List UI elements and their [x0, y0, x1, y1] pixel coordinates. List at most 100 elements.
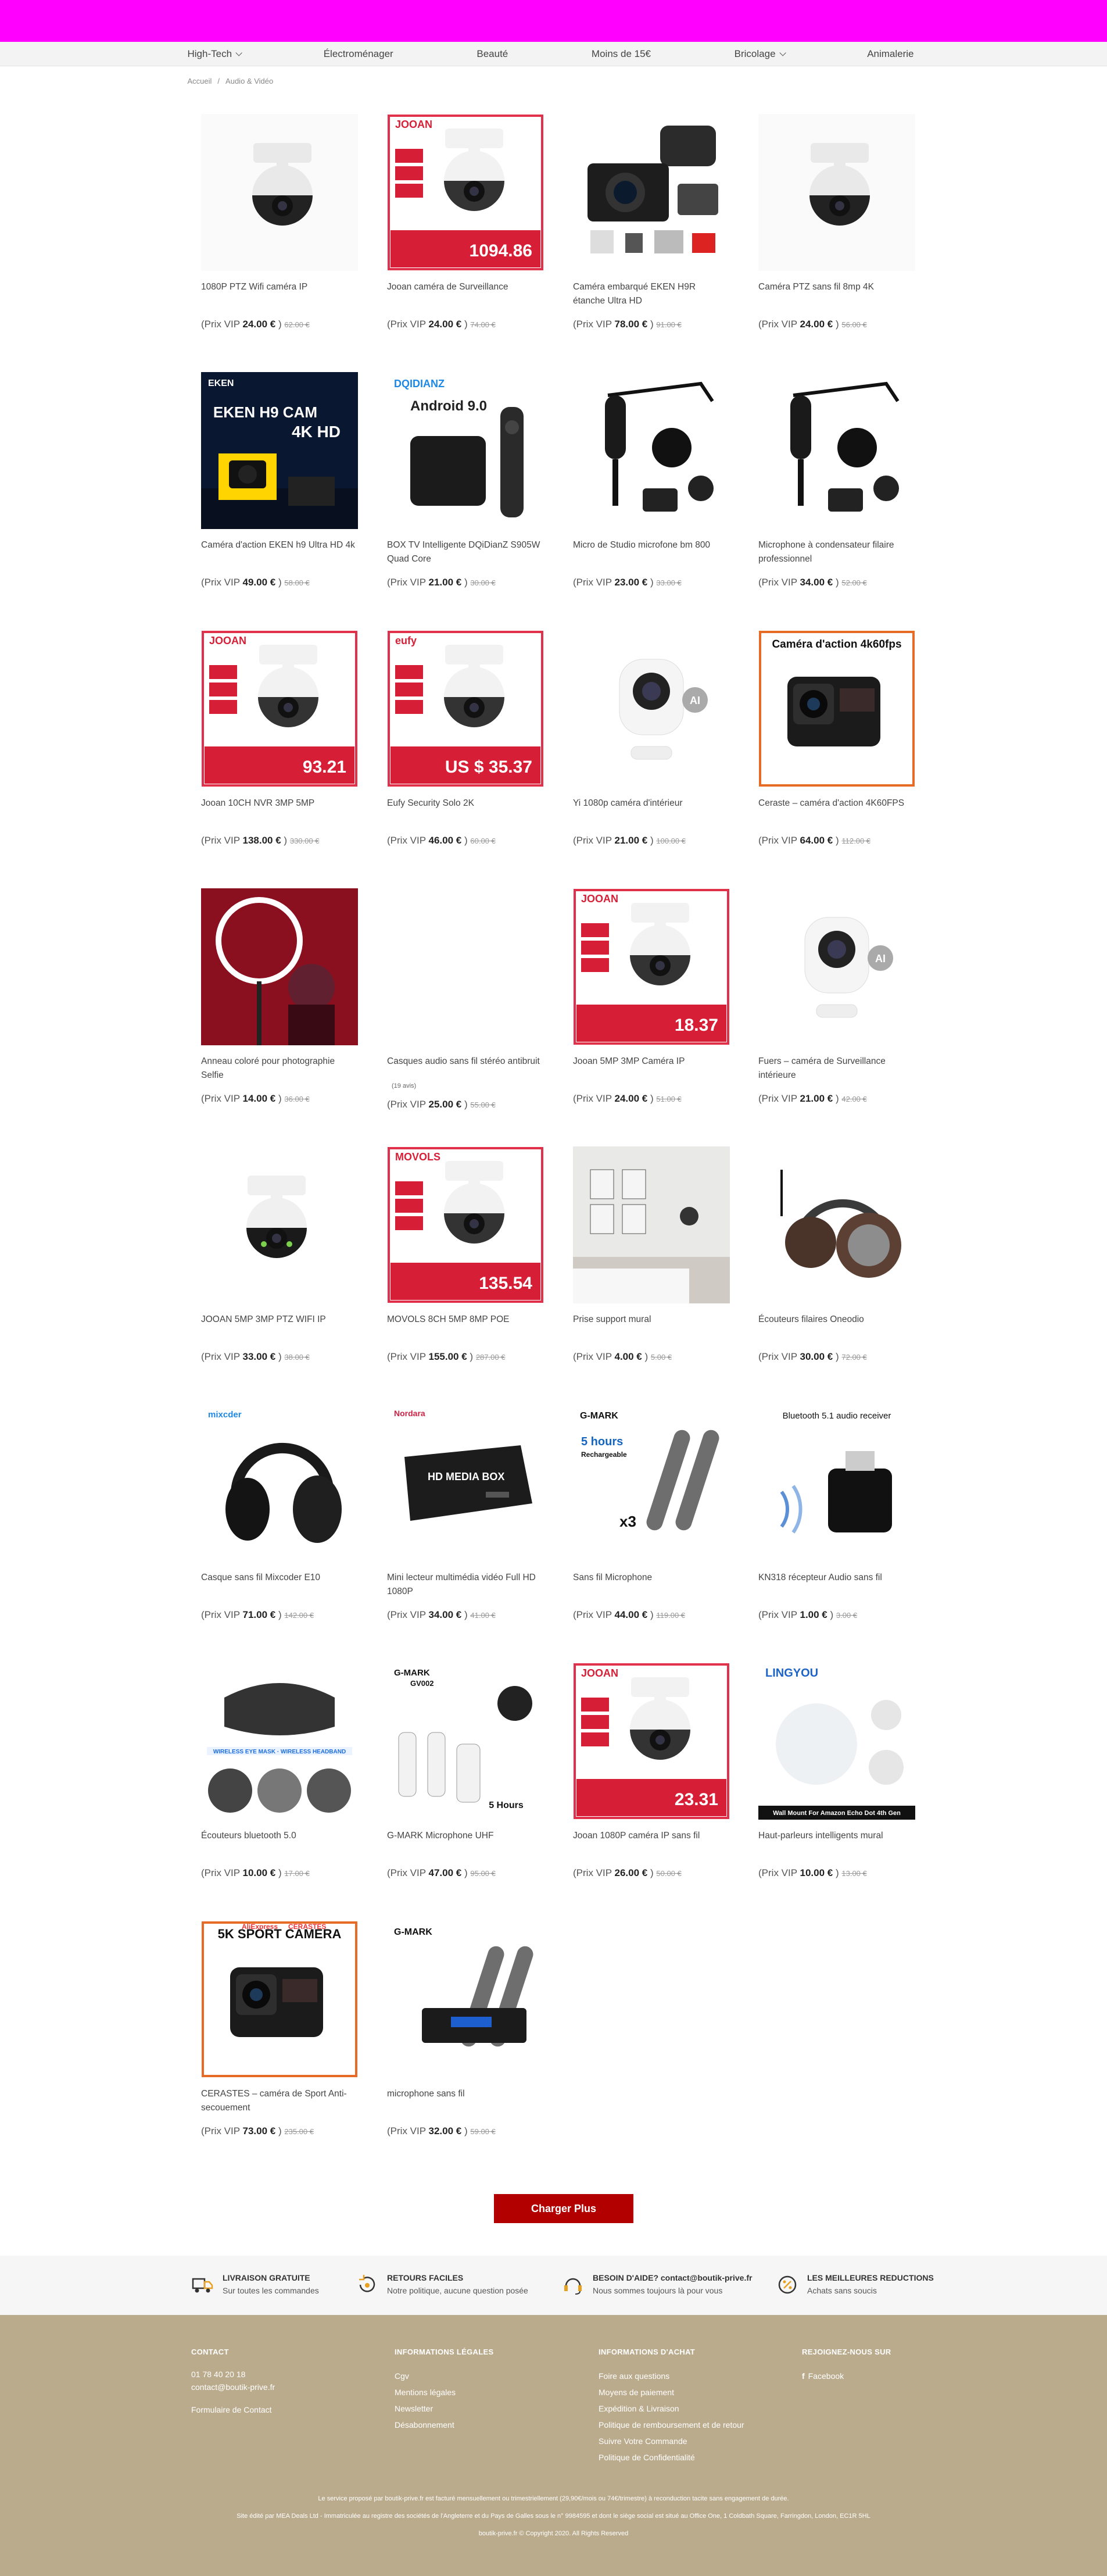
product-title[interactable]: Jooan 10CH NVR 3MP 5MP: [201, 796, 358, 810]
product-title[interactable]: Fuers – caméra de Surveillance intérieur…: [758, 1055, 915, 1082]
product-title[interactable]: KN318 récepteur Audio sans fil: [758, 1571, 915, 1585]
product-title[interactable]: Caméra embarqué EKEN H9R étanche Ultra H…: [573, 280, 730, 308]
product-thumbnail[interactable]: MOVOLS 135.54: [387, 1146, 544, 1303]
product-thumbnail[interactable]: JOOAN 93.21: [201, 630, 358, 787]
product-thumbnail[interactable]: 5K SPORT CAMERA AliExpress CERASTES: [201, 1921, 358, 2078]
product-title[interactable]: 1080P PTZ Wifi caméra IP: [201, 280, 358, 294]
product-title[interactable]: Ceraste – caméra d'action 4K60FPS: [758, 796, 915, 810]
product-thumbnail[interactable]: G-MARK 5 hours Rechargeable x3: [573, 1405, 730, 1562]
footer-legal-link[interactable]: Cgv: [395, 2368, 493, 2384]
product-title[interactable]: JOOAN 5MP 3MP PTZ WIFI IP: [201, 1313, 358, 1327]
product-thumbnail[interactable]: G-MARK: [387, 1921, 544, 2078]
product-title[interactable]: Jooan caméra de Surveillance: [387, 280, 544, 294]
nav-item[interactable]: Moins de 15€: [592, 48, 651, 60]
product-thumbnail[interactable]: [758, 114, 915, 271]
product-card[interactable]: 5K SPORT CAMERA AliExpress CERASTES CERAST…: [201, 1921, 358, 2136]
product-card[interactable]: Écouteurs filaires Oneodio (Prix VIP 30.0…: [758, 1146, 915, 1362]
product-card[interactable]: JOOAN 18.37 Jooan 5MP 3MP Caméra IP (Prix …: [573, 888, 730, 1104]
load-more-button[interactable]: Charger Plus: [494, 2194, 633, 2223]
product-thumbnail[interactable]: Bluetooth 5.1 audio receiver: [758, 1405, 915, 1562]
footer-facebook-link[interactable]: f Facebook: [802, 2368, 891, 2384]
product-thumbnail[interactable]: [387, 888, 544, 1045]
product-title[interactable]: BOX TV Intelligente DQiDianZ S905W Quad …: [387, 538, 544, 566]
product-title[interactable]: Prise support mural: [573, 1313, 730, 1327]
product-title[interactable]: Jooan 1080P caméra IP sans fil: [573, 1829, 730, 1843]
product-card[interactable]: MOVOLS 135.54 MOVOLS 8CH 5MP 8MP POE (Prix…: [387, 1146, 544, 1362]
product-thumbnail[interactable]: LINGYOU Wall Mount For Amazon Echo Dot 4…: [758, 1663, 915, 1820]
footer-phone[interactable]: 01 78 40 20 18: [191, 2368, 275, 2381]
product-thumbnail[interactable]: DQIDIANZ Android 9.0: [387, 372, 544, 529]
product-title[interactable]: Microphone à condensateur filaire profes…: [758, 538, 915, 566]
nav-item[interactable]: Bricolage: [735, 48, 786, 60]
product-card[interactable]: AI Yi 1080p caméra d'intérieur (Prix VIP 2…: [573, 630, 730, 846]
product-card[interactable]: JOOAN 93.21 Jooan 10CH NVR 3MP 5MP (Prix V…: [201, 630, 358, 846]
product-title[interactable]: Jooan 5MP 3MP Caméra IP: [573, 1055, 730, 1069]
product-title[interactable]: MOVOLS 8CH 5MP 8MP POE: [387, 1313, 544, 1327]
product-card[interactable]: Casques audio sans fil stéréo antibruit (…: [387, 888, 544, 1110]
footer-purchase-link[interactable]: Politique de remboursement et de retour: [599, 2417, 744, 2433]
product-thumbnail[interactable]: AI: [573, 630, 730, 787]
product-card[interactable]: LINGYOU Wall Mount For Amazon Echo Dot 4…: [758, 1663, 915, 1878]
footer-legal-link[interactable]: Désabonnement: [395, 2417, 493, 2433]
product-thumbnail[interactable]: JOOAN 23.31: [573, 1663, 730, 1820]
product-card[interactable]: JOOAN 1094.86 Jooan caméra de Surveillanc…: [387, 114, 544, 330]
product-title[interactable]: Sans fil Microphone: [573, 1571, 730, 1585]
product-card[interactable]: AI Fuers – caméra de Surveillance intérie…: [758, 888, 915, 1104]
product-card[interactable]: G-MARK 5 hours Rechargeable x3 Sans fil Mi…: [573, 1405, 730, 1620]
product-card[interactable]: WIRELESS EYE MASK · WIRELESS HEADBAND Éc…: [201, 1663, 358, 1878]
product-card[interactable]: G-MARK microphone sans fil (Prix VIP 32.0…: [387, 1921, 544, 2136]
product-title[interactable]: Écouteurs bluetooth 5.0: [201, 1829, 358, 1843]
product-title[interactable]: Yi 1080p caméra d'intérieur: [573, 796, 730, 810]
product-thumbnail[interactable]: EKEN EKEN H9 CAM 4K HD: [201, 372, 358, 529]
product-title[interactable]: microphone sans fil: [387, 2087, 544, 2101]
product-card[interactable]: Micro de Studio microfone bm 800 (Prix VI…: [573, 372, 730, 588]
product-title[interactable]: Casques audio sans fil stéréo antibruit: [387, 1055, 544, 1069]
product-title[interactable]: Caméra PTZ sans fil 8mp 4K: [758, 280, 915, 294]
product-card[interactable]: Bluetooth 5.1 audio receiver KN318 récep…: [758, 1405, 915, 1620]
product-card[interactable]: JOOAN 23.31 Jooan 1080P caméra IP sans fi…: [573, 1663, 730, 1878]
product-thumbnail[interactable]: mixcder: [201, 1405, 358, 1562]
product-thumbnail[interactable]: Nordara HD MEDIA BOX: [387, 1405, 544, 1562]
product-card[interactable]: Microphone à condensateur filaire profes…: [758, 372, 915, 588]
product-title[interactable]: CERASTES – caméra de Sport Anti-secoueme…: [201, 2087, 358, 2115]
footer-purchase-link[interactable]: Expédition & Livraison: [599, 2400, 744, 2417]
product-title[interactable]: Caméra d'action EKEN h9 Ultra HD 4k: [201, 538, 358, 552]
footer-purchase-link[interactable]: Suivre Votre Commande: [599, 2433, 744, 2449]
product-thumbnail[interactable]: [573, 1146, 730, 1303]
product-thumbnail[interactable]: [201, 888, 358, 1045]
product-thumbnail[interactable]: eufy US $ 35.37: [387, 630, 544, 787]
footer-purchase-link[interactable]: Politique de Confidentialité: [599, 2449, 744, 2466]
footer-contact-form-link[interactable]: Formulaire de Contact: [191, 2402, 275, 2418]
product-card[interactable]: mixcder Casque sans fil Mixcoder E10 (Pri…: [201, 1405, 358, 1620]
footer-legal-link[interactable]: Newsletter: [395, 2400, 493, 2417]
product-thumbnail[interactable]: JOOAN 18.37: [573, 888, 730, 1045]
product-card[interactable]: Caméra d'action 4k60fps Ceraste – caméra…: [758, 630, 915, 846]
product-title[interactable]: Anneau coloré pour photographie Selfie: [201, 1055, 358, 1082]
product-thumbnail[interactable]: [573, 372, 730, 529]
product-thumbnail[interactable]: [758, 372, 915, 529]
product-thumbnail[interactable]: [573, 114, 730, 271]
product-card[interactable]: EKEN EKEN H9 CAM 4K HD Caméra d'action E…: [201, 372, 358, 588]
product-thumbnail[interactable]: [758, 1146, 915, 1303]
nav-item[interactable]: High-Tech: [188, 48, 242, 60]
product-card[interactable]: Caméra PTZ sans fil 8mp 4K (Prix VIP 24.0…: [758, 114, 915, 330]
product-card[interactable]: Prise support mural (Prix VIP 4.00 € ) 5.…: [573, 1146, 730, 1362]
product-title[interactable]: G-MARK Microphone UHF: [387, 1829, 544, 1843]
product-card[interactable]: Nordara HD MEDIA BOX Mini lecteur multim…: [387, 1405, 544, 1620]
breadcrumb-current[interactable]: Audio & Vidéo: [225, 77, 273, 85]
product-thumbnail[interactable]: WIRELESS EYE MASK · WIRELESS HEADBAND: [201, 1663, 358, 1820]
footer-purchase-link[interactable]: Moyens de paiement: [599, 2384, 744, 2400]
product-thumbnail[interactable]: JOOAN 1094.86: [387, 114, 544, 271]
breadcrumb-home[interactable]: Accueil: [188, 77, 212, 85]
product-card[interactable]: DQIDIANZ Android 9.0 BOX TV Intelligente…: [387, 372, 544, 588]
product-card[interactable]: Anneau coloré pour photographie Selfie (P…: [201, 888, 358, 1104]
product-thumbnail[interactable]: G-MARK GV002 5 Hours: [387, 1663, 544, 1820]
product-title[interactable]: Haut-parleurs intelligents mural: [758, 1829, 915, 1843]
product-thumbnail[interactable]: [201, 1146, 358, 1303]
product-thumbnail[interactable]: AI: [758, 888, 915, 1045]
footer-legal-link[interactable]: Mentions légales: [395, 2384, 493, 2400]
nav-item[interactable]: Beauté: [477, 48, 508, 60]
nav-item[interactable]: Électroménager: [324, 48, 393, 60]
product-card[interactable]: JOOAN 5MP 3MP PTZ WIFI IP (Prix VIP 33.00…: [201, 1146, 358, 1362]
product-thumbnail[interactable]: Caméra d'action 4k60fps: [758, 630, 915, 787]
